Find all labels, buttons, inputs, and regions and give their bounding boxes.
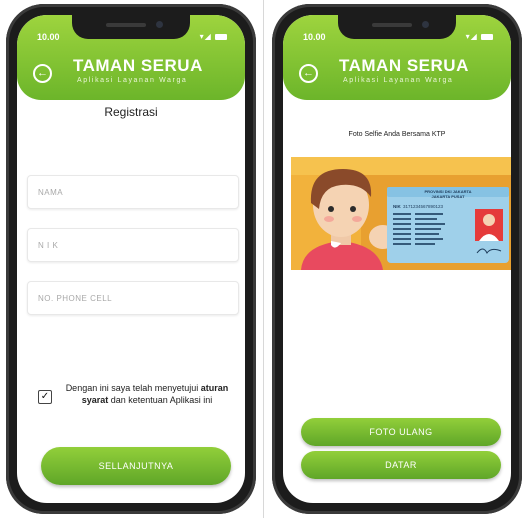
status-icons: ▾◢ [200, 32, 227, 41]
page-title: Registrasi [104, 105, 158, 119]
phone-registration: 10.00 ▾◢ ← TAMAN SERUA Aplikasi Layanan … [6, 4, 256, 514]
signal-icon: ◢ [470, 32, 478, 41]
ktp-city: JAKARTA PUSAT [431, 194, 465, 199]
retake-photo-button[interactable]: FOTO ULANG [301, 418, 501, 446]
screen-selfie: 10.00 ▾◢ ← TAMAN SERUA Aplikasi Layanan … [283, 15, 511, 503]
check-icon: ✓ [40, 391, 50, 402]
agreement-text: Dengan ini saya telah menyetujui aturan s… [59, 382, 235, 406]
app-subtitle: Aplikasi Layanan Warga [343, 77, 454, 84]
screen-registration: 10.00 ▾◢ ← TAMAN SERUA Aplikasi Layanan … [17, 15, 245, 503]
photo-caption: Foto Selfie Anda Bersama KTP [348, 131, 446, 138]
agreement-bold-conditions: syarat [81, 395, 109, 405]
nik-input[interactable] [27, 228, 239, 262]
agreement-text-tail: dan ketentuan Aplikasi ini [108, 395, 213, 405]
ktp-nik: 3171234567890123 [403, 204, 444, 209]
phone-notch [338, 15, 456, 39]
selfie-ktp-image: PROVINSI DKI JAKARTA JAKARTA PUSAT NIK 3… [291, 157, 511, 270]
signal-icon: ◢ [204, 32, 212, 41]
status-icons: ▾◢ [466, 32, 493, 41]
list-button[interactable]: DATAR [301, 451, 501, 479]
name-input[interactable] [27, 175, 239, 209]
phone-selfie: 10.00 ▾◢ ← TAMAN SERUA Aplikasi Layanan … [272, 4, 522, 514]
app-subtitle: Aplikasi Layanan Warga [77, 77, 188, 84]
next-button[interactable]: SELLANJUTNYA [41, 447, 231, 485]
back-arrow-icon[interactable]: ← [299, 64, 318, 83]
app-title: TAMAN SERUA [339, 56, 469, 75]
agreement-text-part: Dengan ini saya telah menyetujui [65, 383, 201, 393]
phone-notch [72, 15, 190, 39]
battery-icon [481, 33, 493, 40]
agreement-bold-terms: aturan [200, 383, 229, 393]
status-time: 10.00 [303, 32, 326, 42]
panel-divider [263, 0, 264, 518]
ktp-nik-label: NIK [393, 204, 402, 209]
battery-icon [215, 33, 227, 40]
back-arrow-icon[interactable]: ← [33, 64, 52, 83]
app-title: TAMAN SERUA [73, 56, 203, 75]
status-time: 10.00 [37, 32, 60, 42]
agreement-checkbox[interactable]: ✓ [38, 390, 52, 404]
phone-input[interactable] [27, 281, 239, 315]
